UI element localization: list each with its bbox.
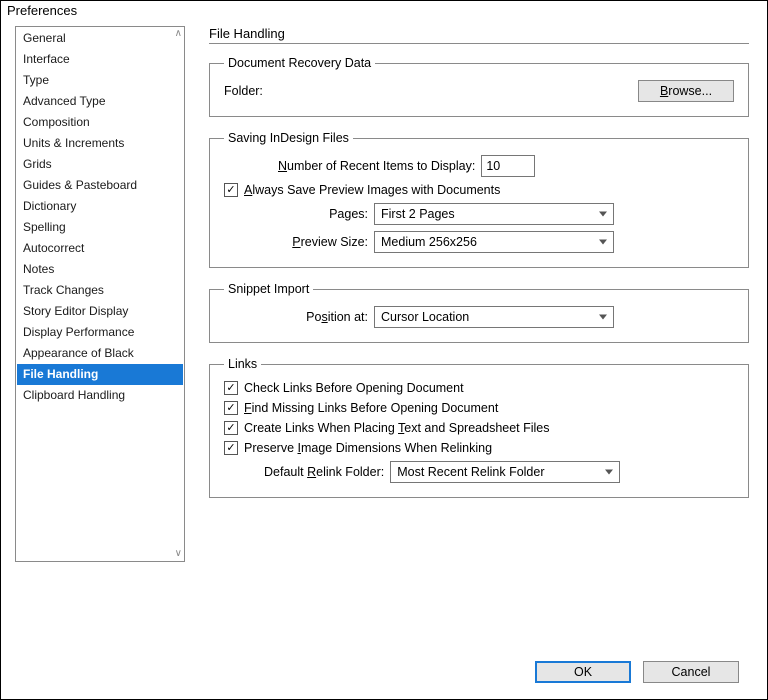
window-title: Preferences (1, 1, 767, 22)
group-document-recovery: Document Recovery Data Folder: Browse... (209, 56, 749, 117)
category-sidebar: ∧ General Interface Type Advanced Type C… (15, 26, 185, 649)
sidebar-item-grids[interactable]: Grids (17, 154, 183, 175)
sidebar-item-display-performance[interactable]: Display Performance (17, 322, 183, 343)
page-title: File Handling (209, 26, 749, 44)
cancel-button[interactable]: Cancel (643, 661, 739, 683)
browse-button[interactable]: Browse... (638, 80, 734, 102)
preferences-window: Preferences ∧ General Interface Type Adv… (0, 0, 768, 700)
check-links-label: Check Links Before Opening Document (244, 381, 464, 395)
recent-items-input[interactable] (481, 155, 535, 177)
snippet-position-label: Position at: (224, 310, 374, 324)
settings-pane: File Handling Document Recovery Data Fol… (209, 22, 753, 649)
preview-size-label: Preview Size: (224, 235, 374, 249)
create-links-checkbox[interactable] (224, 421, 238, 435)
pages-label: Pages: (224, 207, 374, 221)
ok-button[interactable]: OK (535, 661, 631, 683)
content-area: ∧ General Interface Type Advanced Type C… (1, 22, 767, 699)
group-snippet-legend: Snippet Import (224, 282, 313, 296)
preserve-image-dims-label: Preserve Image Dimensions When Relinking (244, 441, 492, 455)
group-links: Links Check Links Before Opening Documen… (209, 357, 749, 498)
sidebar-item-advanced-type[interactable]: Advanced Type (17, 91, 183, 112)
group-snippet: Snippet Import Position at: Cursor Locat… (209, 282, 749, 343)
sidebar-item-spelling[interactable]: Spelling (17, 217, 183, 238)
sidebar-item-units[interactable]: Units & Increments (17, 133, 183, 154)
sidebar-item-composition[interactable]: Composition (17, 112, 183, 133)
check-links-checkbox[interactable] (224, 381, 238, 395)
sidebar-item-autocorrect[interactable]: Autocorrect (17, 238, 183, 259)
sidebar-item-story-editor[interactable]: Story Editor Display (17, 301, 183, 322)
sidebar-item-general[interactable]: General (17, 28, 183, 49)
always-save-preview-label: Always Save Preview Images with Document… (244, 183, 500, 197)
group-saving: Saving InDesign Files Number of Recent I… (209, 131, 749, 268)
sidebar-item-type[interactable]: Type (17, 70, 183, 91)
default-relink-folder-select[interactable]: Most Recent Relink Folder (390, 461, 620, 483)
sidebar-item-clipboard-handling[interactable]: Clipboard Handling (17, 385, 183, 406)
pages-select[interactable]: First 2 Pages (374, 203, 614, 225)
group-links-legend: Links (224, 357, 261, 371)
snippet-position-select[interactable]: Cursor Location (374, 306, 614, 328)
sidebar-item-notes[interactable]: Notes (17, 259, 183, 280)
chevron-up-icon[interactable]: ∧ (175, 29, 182, 39)
sidebar-item-file-handling[interactable]: File Handling (17, 364, 183, 385)
chevron-down-icon[interactable]: ∨ (175, 549, 182, 559)
sidebar-item-track-changes[interactable]: Track Changes (17, 280, 183, 301)
always-save-preview-checkbox[interactable] (224, 183, 238, 197)
find-missing-links-label: Find Missing Links Before Opening Docume… (244, 401, 498, 415)
sidebar-item-dictionary[interactable]: Dictionary (17, 196, 183, 217)
preserve-image-dims-checkbox[interactable] (224, 441, 238, 455)
recent-items-label: Number of Recent Items to Display: (278, 159, 481, 173)
category-list[interactable]: ∧ General Interface Type Advanced Type C… (15, 26, 185, 562)
sidebar-item-guides[interactable]: Guides & Pasteboard (17, 175, 183, 196)
group-saving-legend: Saving InDesign Files (224, 131, 353, 145)
dialog-footer: OK Cancel (15, 649, 753, 699)
recovery-folder-label: Folder: (224, 84, 284, 98)
sidebar-item-interface[interactable]: Interface (17, 49, 183, 70)
preview-size-select[interactable]: Medium 256x256 (374, 231, 614, 253)
group-document-recovery-legend: Document Recovery Data (224, 56, 375, 70)
default-relink-folder-label: Default Relink Folder: (264, 465, 390, 479)
find-missing-links-checkbox[interactable] (224, 401, 238, 415)
sidebar-item-appearance-black[interactable]: Appearance of Black (17, 343, 183, 364)
create-links-label: Create Links When Placing Text and Sprea… (244, 421, 550, 435)
